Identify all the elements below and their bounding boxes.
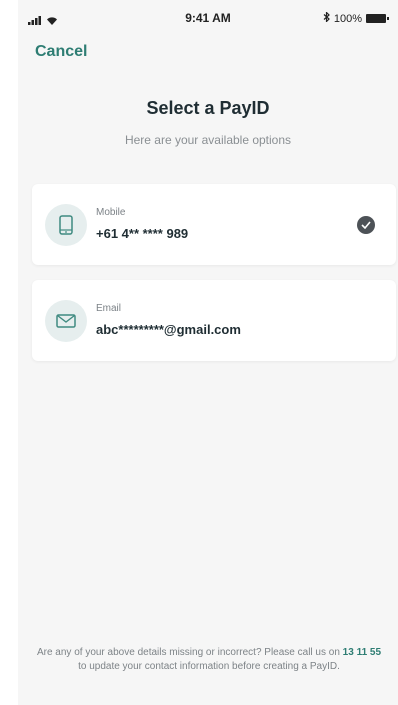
option-value: abc*********@gmail.com [96, 322, 241, 337]
option-type-label: Email [96, 303, 122, 314]
footer-text-after: to update your contact information befor… [78, 661, 340, 672]
option-value: +61 4** **** 989 [96, 226, 189, 241]
footer-note: Are any of your above details missing or… [34, 646, 384, 674]
bluetooth-icon [323, 11, 330, 25]
battery-percent: 100% [333, 12, 362, 25]
battery-icon [366, 14, 389, 23]
mobile-phone-icon [45, 204, 87, 246]
footer-text-before: Are any of your above details missing or… [36, 647, 340, 658]
status-right: 100% [323, 11, 389, 25]
phone-number-link[interactable]: 13 11 55 [343, 647, 381, 658]
selected-check-icon [357, 216, 375, 234]
option-type-label: Mobile [96, 207, 126, 218]
status-bar: 9:41 AM 100% [18, 0, 398, 34]
page-subtitle: Here are your available options [124, 133, 292, 147]
envelope-icon [45, 300, 87, 342]
page-title: Select a PayID [146, 98, 270, 118]
payid-option-mobile[interactable]: Mobile +61 4** **** 989 [32, 184, 396, 265]
payid-option-email[interactable]: Email abc*********@gmail.com [32, 280, 396, 361]
cancel-button[interactable]: Cancel [35, 43, 87, 61]
phone-screen: 9:41 AM 100% Cancel Select a PayID Here … [18, 0, 398, 705]
